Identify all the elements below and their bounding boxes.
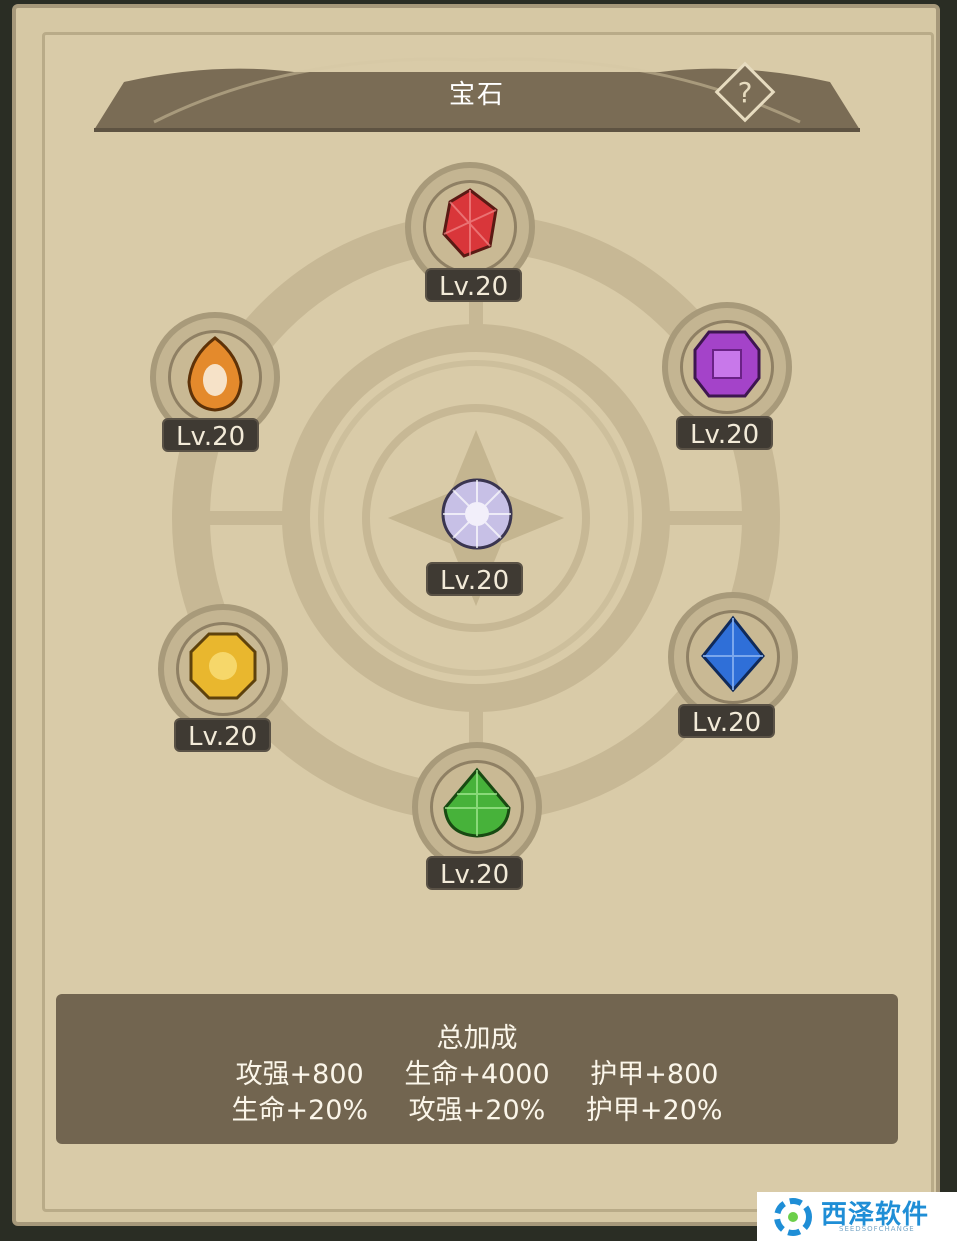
blue-gem-icon <box>701 615 765 693</box>
gem-slot-rainbow[interactable]: Lv.20 <box>412 452 542 596</box>
purple-gem-icon <box>693 330 761 398</box>
green-gem-icon <box>443 767 511 838</box>
gem-level-label: Lv.20 <box>678 704 776 738</box>
red-gem-icon <box>442 188 498 258</box>
gem-slot-orange[interactable]: Lv.20 <box>150 312 280 452</box>
watermark-subtext: SEEDSOFCHANGE <box>839 1225 915 1233</box>
gem-slot-yellow[interactable]: Lv.20 <box>158 604 288 752</box>
gem-level-label: Lv.20 <box>162 418 260 452</box>
bonus-attack-percent: 攻强+20% <box>408 1095 546 1126</box>
gem-slot-blue[interactable]: Lv.20 <box>668 592 798 738</box>
yellow-gem-icon <box>189 632 257 700</box>
summary-row-2: 生命+20% 攻强+20% 护甲+20% <box>56 1088 898 1127</box>
bonus-armor-percent: 护甲+20% <box>585 1095 723 1126</box>
bonus-armor: 护甲+800 <box>590 1059 719 1090</box>
gem-level-label: Lv.20 <box>676 416 774 450</box>
summary-row-1: 攻强+800 生命+4000 护甲+800 <box>56 1052 898 1091</box>
gem-level-label: Lv.20 <box>426 562 524 596</box>
bonus-summary: 总加成 攻强+800 生命+4000 护甲+800 生命+20% 攻强+20% … <box>56 994 898 1144</box>
bonus-attack: 攻强+800 <box>235 1059 364 1090</box>
gem-level-label: Lv.20 <box>425 268 523 302</box>
gem-slot-red[interactable]: Lv.20 <box>405 162 535 302</box>
gem-slot-purple[interactable]: Lv.20 <box>662 302 792 450</box>
bonus-hp: 生命+4000 <box>404 1059 550 1090</box>
gem-level-label: Lv.20 <box>426 856 524 890</box>
gem-level-label: Lv.20 <box>174 718 272 752</box>
gem-slot-green[interactable]: Lv.20 <box>412 742 542 890</box>
watermark: 西泽软件 SEEDSOFCHANGE <box>757 1192 957 1241</box>
summary-title: 总加成 <box>436 1023 518 1054</box>
rainbow-gem-icon <box>441 478 513 550</box>
orange-gem-icon <box>187 336 243 412</box>
bonus-hp-percent: 生命+20% <box>231 1095 369 1126</box>
watermark-logo-icon <box>774 1198 812 1236</box>
